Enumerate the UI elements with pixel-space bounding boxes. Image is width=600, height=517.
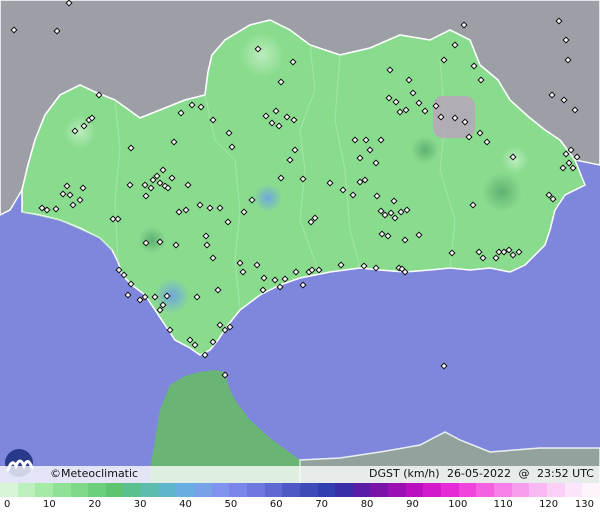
legend-label: 30: [133, 499, 147, 510]
legend-swatch: [70, 483, 89, 497]
legend-label: 20: [88, 499, 102, 510]
legend-swatch: [546, 483, 565, 497]
legend-swatch: [35, 483, 53, 497]
legend-swatch: [564, 483, 583, 497]
gust-darkspot: [411, 136, 439, 164]
legend-swatch: [299, 483, 318, 497]
legend-swatch: [158, 483, 177, 497]
time-label: 23:52 UTC: [536, 467, 594, 480]
legend-swatch: [423, 483, 442, 497]
gust-lightspot: [240, 33, 284, 77]
legend-swatch: [211, 483, 230, 497]
legend-label: 0: [4, 499, 11, 510]
color-legend: 0 10 20 30 40 50 60 70 80 90 100 110 120 130: [0, 483, 600, 517]
legend-label: 120: [539, 499, 559, 510]
legend-swatch: [246, 483, 265, 497]
legend-swatch: [458, 483, 477, 497]
date-label: 26-05-2022: [447, 467, 511, 480]
legend-label: 90: [406, 499, 419, 510]
legend-swatch: [123, 483, 142, 497]
legend-swatch: [370, 483, 389, 497]
gust-darkspot: [138, 226, 166, 254]
legend-swatch: [282, 483, 300, 497]
legend-swatch: [229, 483, 247, 497]
legend-labels: 0 10 20 30 40 50 60 70 80 90 100 110 120 130: [0, 499, 600, 515]
legend-swatch: [105, 483, 124, 497]
legend-label: 10: [43, 499, 56, 510]
legend-swatch: [264, 483, 283, 497]
legend-swatch: [441, 483, 459, 497]
legend-swatch: [0, 483, 18, 497]
legend-swatch: [476, 483, 494, 497]
legend-label: 60: [269, 499, 283, 510]
status-bar: ©Meteoclimatic DGST (km/h) 26-05-2022 @ …: [0, 466, 600, 483]
legend-swatch: [335, 483, 353, 497]
legend-swatch: [176, 483, 195, 497]
gust-hotspot: [254, 184, 282, 212]
legend-swatch: [194, 483, 212, 497]
legend-swatch: [17, 483, 36, 497]
legend-swatch: [582, 483, 600, 497]
legend-label: 50: [224, 499, 238, 510]
legend-swatch: [317, 483, 336, 497]
legend-swatch: [493, 483, 512, 497]
legend-label: 100: [448, 499, 468, 510]
legend-swatch: [352, 483, 371, 497]
gust-darkspot: [482, 172, 522, 212]
credit-text: ©Meteoclimatic: [50, 467, 139, 480]
legend-swatch: [88, 483, 106, 497]
legend-label: 130: [574, 499, 594, 510]
map-canvas: [0, 0, 600, 517]
legend-swatch: [141, 483, 159, 497]
legend-swatch: [52, 483, 71, 497]
legend-color-bar: [0, 483, 600, 497]
legend-swatch: [529, 483, 547, 497]
legend-swatch: [388, 483, 406, 497]
legend-label: 110: [493, 499, 513, 510]
legend-label: 40: [179, 499, 192, 510]
weather-map: ©Meteoclimatic DGST (km/h) 26-05-2022 @ …: [0, 0, 600, 517]
product-info: DGST (km/h) 26-05-2022 @ 23:52 UTC: [365, 467, 594, 480]
legend-swatch: [405, 483, 424, 497]
at-label: @: [518, 467, 530, 480]
variable-label: DGST (km/h): [369, 467, 440, 480]
legend-label: 80: [360, 499, 374, 510]
legend-swatch: [511, 483, 530, 497]
gust-lightspot: [501, 146, 529, 174]
legend-label: 70: [315, 499, 329, 510]
